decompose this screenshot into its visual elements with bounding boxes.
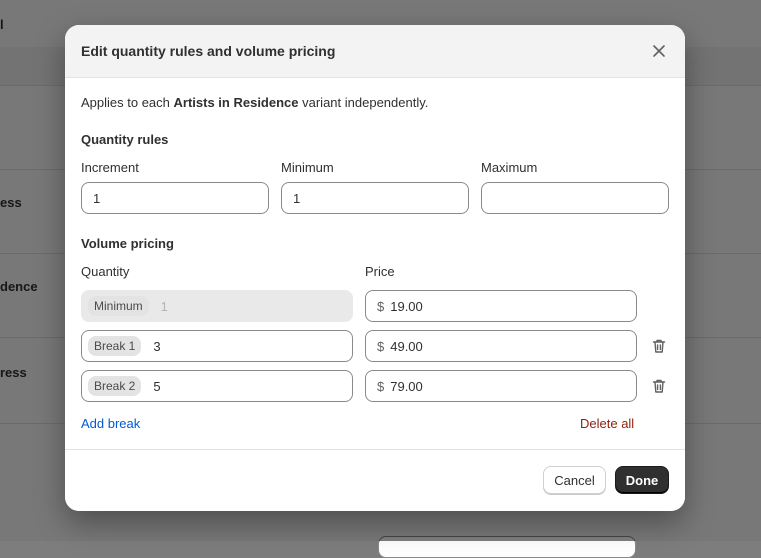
quantity-header: Quantity bbox=[81, 264, 130, 279]
delete-break-1-button[interactable] bbox=[650, 337, 668, 355]
modal-header: Edit quantity rules and volume pricing bbox=[65, 25, 685, 78]
price-input[interactable]: $ 79.00 bbox=[365, 370, 637, 402]
product-name: Artists in Residence bbox=[173, 95, 299, 110]
quantity-rules-title: Quantity rules bbox=[81, 132, 169, 147]
volume-pricing-modal: Edit quantity rules and volume pricing A… bbox=[65, 25, 685, 511]
break-chip: Break 1 bbox=[88, 336, 142, 356]
cancel-button[interactable]: Cancel bbox=[543, 466, 606, 494]
close-icon bbox=[653, 45, 665, 57]
price-value: 19.00 bbox=[390, 298, 423, 314]
increment-label: Increment bbox=[81, 160, 139, 175]
break-1-quantity-input[interactable]: Break 1 3 bbox=[81, 330, 353, 362]
quantity-value: 1 bbox=[160, 298, 168, 314]
trash-icon bbox=[652, 379, 666, 393]
close-button[interactable] bbox=[647, 39, 671, 63]
maximum-label: Maximum bbox=[481, 160, 538, 175]
maximum-input[interactable] bbox=[481, 182, 669, 214]
currency-symbol: $ bbox=[377, 338, 385, 354]
increment-input[interactable]: 1 bbox=[81, 182, 269, 214]
minimum-label: Minimum bbox=[281, 160, 334, 175]
currency-symbol: $ bbox=[377, 298, 385, 314]
currency-symbol: $ bbox=[377, 378, 385, 394]
minimum-chip: Minimum bbox=[88, 296, 149, 316]
trash-icon bbox=[652, 339, 666, 353]
price-value: 79.00 bbox=[390, 378, 423, 394]
break-2-quantity-input[interactable]: Break 2 5 bbox=[81, 370, 353, 402]
modal-footer: Cancel Done bbox=[65, 449, 685, 511]
minimum-input[interactable]: 1 bbox=[281, 182, 469, 214]
delete-break-2-button[interactable] bbox=[650, 377, 668, 395]
done-button[interactable]: Done bbox=[615, 466, 669, 494]
price-input[interactable]: $ 49.00 bbox=[365, 330, 637, 362]
modal-description: Applies to each Artists in Residence var… bbox=[81, 95, 429, 110]
delete-all-link[interactable]: Delete all bbox=[580, 416, 634, 431]
price-value: 49.00 bbox=[390, 338, 423, 354]
minimum-quantity-field: Minimum 1 bbox=[81, 290, 353, 322]
price-input[interactable]: $ 19.00 bbox=[365, 290, 637, 322]
quantity-value: 3 bbox=[153, 338, 161, 354]
price-header: Price bbox=[365, 264, 395, 279]
modal-title: Edit quantity rules and volume pricing bbox=[81, 43, 336, 59]
add-break-link[interactable]: Add break bbox=[81, 416, 140, 431]
volume-pricing-title: Volume pricing bbox=[81, 236, 174, 251]
quantity-value: 5 bbox=[153, 378, 161, 394]
break-chip: Break 2 bbox=[88, 376, 142, 396]
